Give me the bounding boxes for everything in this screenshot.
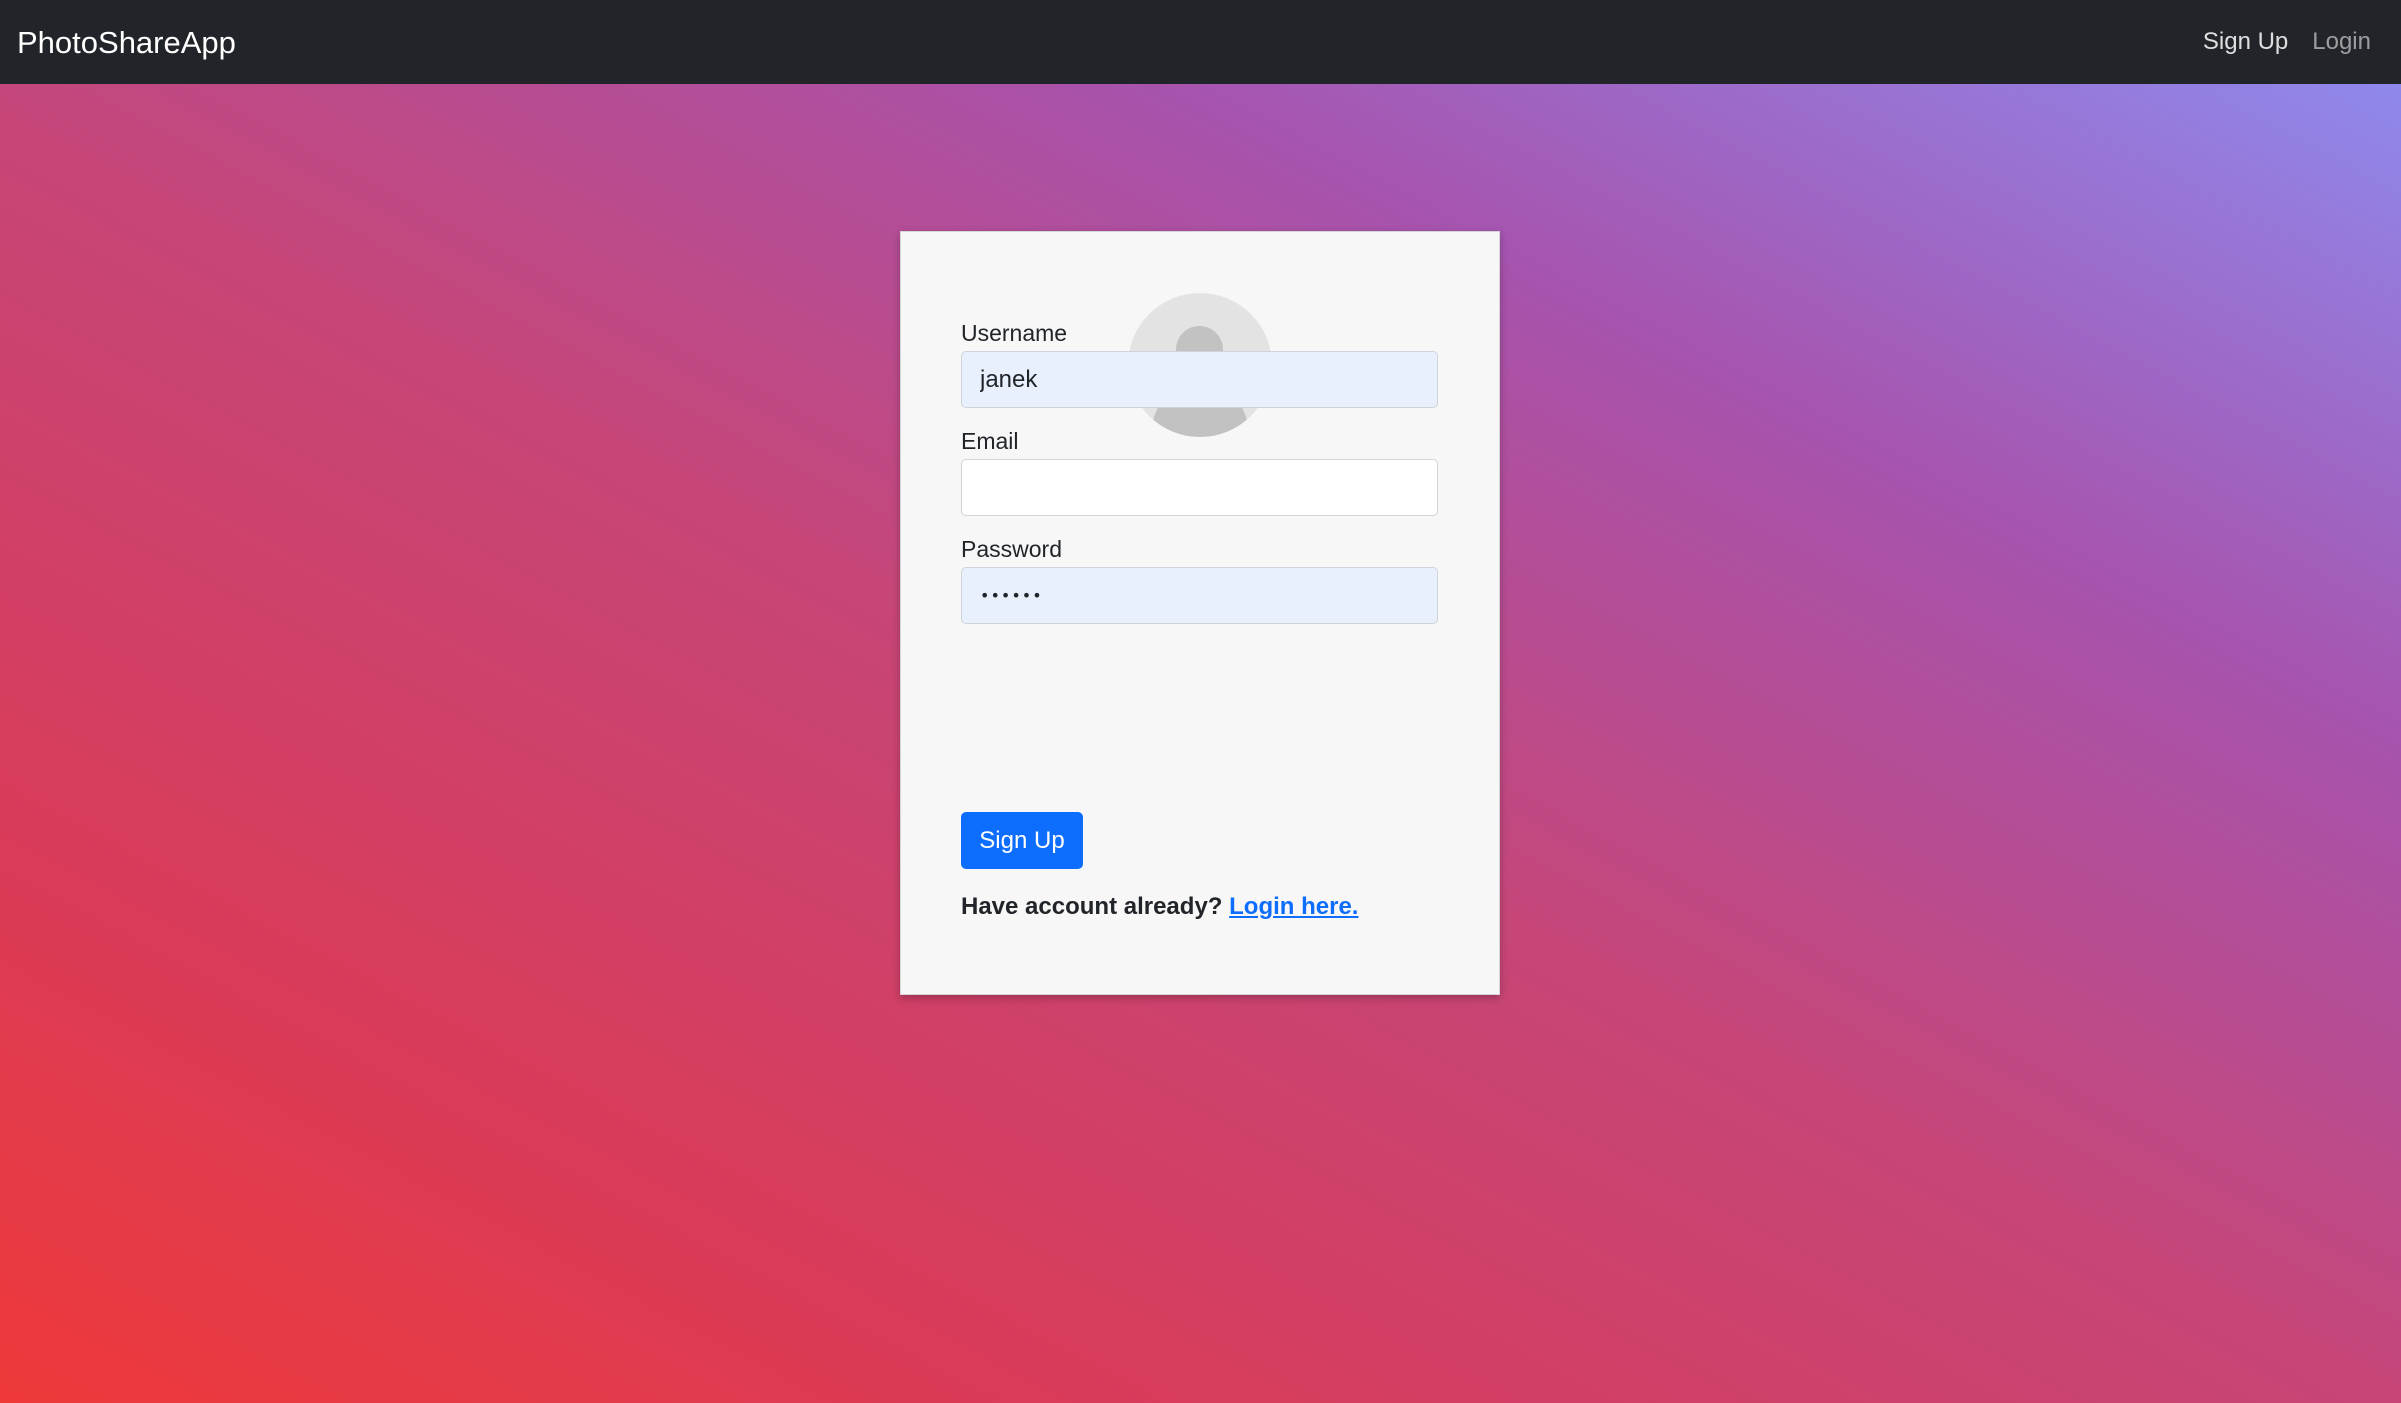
password-label: Password — [961, 536, 1062, 562]
username-input[interactable] — [961, 351, 1438, 408]
nav-login-link[interactable]: Login — [2312, 28, 2371, 56]
top-navbar: PhotoShareApp Sign Up Login — [0, 0, 2401, 84]
login-prompt: Have account already? Login here. — [961, 893, 1358, 921]
email-input[interactable] — [961, 459, 1438, 516]
nav-links: Sign Up Login — [2203, 0, 2371, 84]
signup-card: Username Email Password Sign Up Have acc… — [900, 231, 1500, 995]
email-label: Email — [961, 428, 1019, 454]
username-label: Username — [961, 320, 1068, 346]
nav-signup-link[interactable]: Sign Up — [2203, 28, 2288, 56]
signup-submit-button[interactable]: Sign Up — [961, 812, 1083, 869]
password-input[interactable] — [961, 567, 1438, 624]
login-prompt-text: Have account already? — [961, 893, 1223, 920]
login-here-link[interactable]: Login here. — [1229, 893, 1358, 920]
brand-logo-link[interactable]: PhotoShareApp — [17, 0, 236, 84]
